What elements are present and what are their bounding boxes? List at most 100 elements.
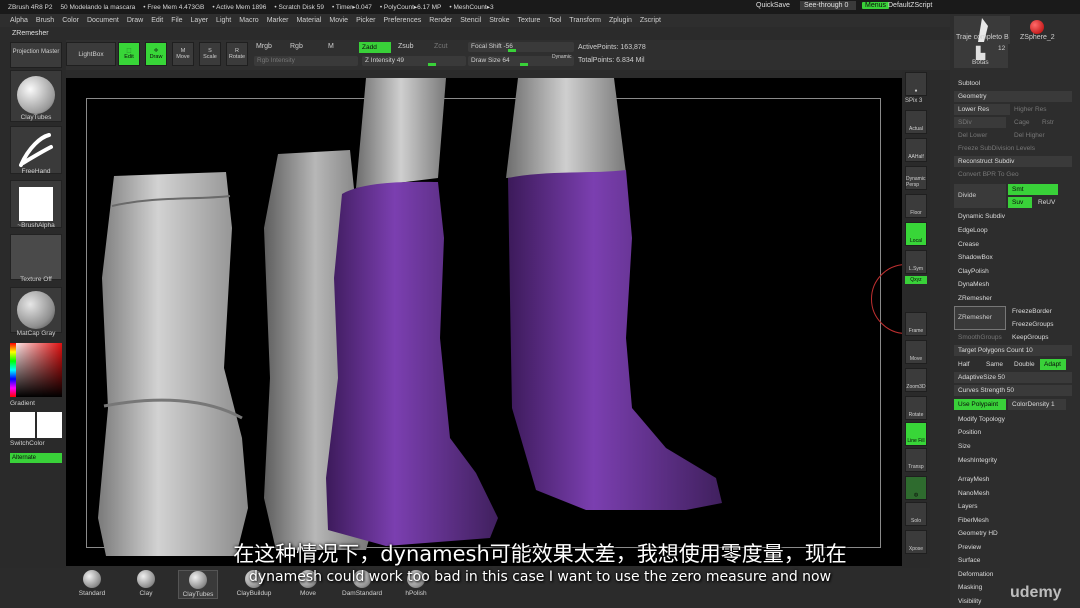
persp-button[interactable]: Dynamic Persp	[905, 166, 927, 190]
divide-button[interactable]: Divide	[954, 184, 1006, 208]
del-lower-button[interactable]: Del Lower	[954, 130, 1010, 141]
switch-color-button[interactable]: SwitchColor	[10, 440, 62, 447]
freezegroups-toggle[interactable]: FreezeGroups	[1008, 319, 1066, 330]
alpha-thumbnail[interactable]	[10, 180, 62, 228]
freezeborder-toggle[interactable]: FreezeBorder	[1008, 306, 1066, 317]
rotate-button[interactable]: R Rotate	[226, 42, 248, 66]
use-polypaint-toggle[interactable]: Use Polypaint	[954, 399, 1006, 410]
adapt-button[interactable]: Adapt	[1040, 359, 1066, 370]
menu-marker[interactable]: Marker	[267, 17, 289, 24]
menu-zscript[interactable]: Zscript	[640, 17, 661, 24]
menu-stroke[interactable]: Stroke	[489, 17, 509, 24]
rgb-button[interactable]: Rgb	[290, 43, 303, 50]
bpr-button[interactable]: ●	[905, 72, 927, 96]
layers-header[interactable]: Layers	[954, 501, 1072, 512]
menu-preferences[interactable]: Preferences	[384, 17, 422, 24]
crease-header[interactable]: Crease	[954, 239, 1072, 250]
menu-movie[interactable]: Movie	[329, 17, 348, 24]
smoothgroups-slider[interactable]: SmoothGroups	[954, 332, 1006, 343]
frame-button[interactable]: Frame	[905, 312, 927, 336]
canvas-viewport[interactable]	[66, 78, 902, 566]
zsphere-icon[interactable]	[1030, 20, 1044, 34]
menus-button[interactable]: Menus	[862, 2, 890, 9]
stroke-thumbnail[interactable]	[10, 126, 62, 174]
rgb-intensity-slider[interactable]: Rgb Intensity	[254, 56, 358, 66]
higher-res-button[interactable]: Higher Res	[1010, 104, 1066, 115]
edgeloop-header[interactable]: EdgeLoop	[954, 225, 1072, 236]
menu-document[interactable]: Document	[87, 17, 119, 24]
edit-button[interactable]: ⬚ Edit	[118, 42, 140, 66]
adaptive-size-slider[interactable]: AdaptiveSize 50	[954, 372, 1072, 383]
curves-strength-slider[interactable]: Curves Strength 50	[954, 385, 1072, 396]
zadd-button[interactable]: Zadd	[359, 42, 391, 53]
m-button[interactable]: M	[328, 43, 334, 50]
spix-setting[interactable]: SPix 3	[905, 98, 922, 104]
material-thumbnail[interactable]	[10, 287, 62, 333]
floor-button[interactable]: Floor	[905, 194, 927, 218]
target-polygons-slider[interactable]: Target Polygons Count 10	[954, 345, 1072, 356]
xyz-button[interactable]: Qxyz	[905, 276, 927, 284]
color-picker[interactable]	[10, 343, 62, 397]
default-zscript-button[interactable]: DefaultZScript	[888, 2, 932, 9]
zremesher-header[interactable]: ZRemesher	[954, 293, 1072, 304]
transp-button[interactable]: Transp	[905, 448, 927, 472]
keepgroups-toggle[interactable]: KeepGroups	[1008, 332, 1066, 343]
mrgb-button[interactable]: Mrgb	[256, 43, 272, 50]
tool-thumb-boots[interactable]: ▙ 12 Botas	[954, 44, 1008, 68]
suv-toggle[interactable]: Suv	[1008, 197, 1032, 208]
menu-stencil[interactable]: Stencil	[460, 17, 481, 24]
move-button[interactable]: M Move	[172, 42, 194, 66]
zsub-button[interactable]: Zsub	[398, 43, 414, 50]
hue-strip[interactable]	[10, 343, 16, 397]
double-button[interactable]: Double	[1010, 359, 1040, 370]
zremesher-button[interactable]: ZRemesher	[954, 306, 1006, 330]
reconstruct-subdiv-button[interactable]: Reconstruct Subdiv	[954, 156, 1072, 167]
focal-shift-slider[interactable]: Focal Shift -56	[468, 42, 574, 52]
size-header[interactable]: Size	[954, 441, 1072, 452]
lightbox-button[interactable]: LightBox	[66, 42, 116, 66]
del-higher-button[interactable]: Del Higher	[1010, 130, 1066, 141]
menu-render[interactable]: Render	[429, 17, 452, 24]
texture-thumbnail[interactable]	[10, 234, 62, 280]
position-header[interactable]: Position	[954, 427, 1072, 438]
ghost-button[interactable]: ◍	[905, 476, 927, 500]
menu-light[interactable]: Light	[216, 17, 231, 24]
menu-transform[interactable]: Transform	[569, 17, 601, 24]
z-intensity-slider[interactable]: Z Intensity 49	[362, 56, 466, 66]
secondary-color-swatch[interactable]	[37, 412, 62, 438]
sdiv-slider[interactable]: SDiv	[954, 117, 1006, 128]
dynamic-subdiv-header[interactable]: Dynamic Subdiv	[954, 211, 1072, 222]
menu-tool[interactable]: Tool	[548, 17, 561, 24]
convert-bpr-button[interactable]: Convert BPR To Geo	[954, 169, 1072, 180]
projection-master-button[interactable]: Projection Master	[10, 42, 62, 68]
dynamic-button[interactable]: Dynamic	[552, 54, 571, 60]
half-button[interactable]: Half	[954, 359, 982, 370]
menu-file[interactable]: File	[171, 17, 182, 24]
solo-button[interactable]: Solo	[905, 502, 927, 526]
local-button[interactable]: Local	[905, 222, 927, 246]
menu-macro[interactable]: Macro	[239, 17, 258, 24]
rstr-button[interactable]: Rstr	[1038, 117, 1066, 128]
arraymesh-header[interactable]: ArrayMesh	[954, 474, 1072, 485]
menu-alpha[interactable]: Alpha	[10, 17, 28, 24]
menu-color[interactable]: Color	[62, 17, 79, 24]
move-view-button[interactable]: Move	[905, 340, 927, 364]
fibermesh-header[interactable]: FiberMesh	[954, 515, 1072, 526]
freeze-subdiv-button[interactable]: Freeze SubDivision Levels	[954, 143, 1072, 154]
draw-button[interactable]: ✛ Draw	[145, 42, 167, 66]
menu-brush[interactable]: Brush	[36, 17, 54, 24]
reuv-toggle[interactable]: ReUV	[1034, 197, 1058, 208]
lower-res-button[interactable]: Lower Res	[954, 104, 1010, 115]
claypolish-header[interactable]: ClayPolish	[954, 266, 1072, 277]
menu-material[interactable]: Material	[296, 17, 321, 24]
menu-picker[interactable]: Picker	[356, 17, 375, 24]
cage-button[interactable]: Cage	[1010, 117, 1038, 128]
menu-zplugin[interactable]: Zplugin	[609, 17, 632, 24]
menu-layer[interactable]: Layer	[191, 17, 209, 24]
nanomesh-header[interactable]: NanoMesh	[954, 488, 1072, 499]
color-density-slider[interactable]: ColorDensity 1	[1008, 399, 1066, 410]
polyf-button[interactable]: Line Fill	[905, 422, 927, 446]
gradient-label[interactable]: Gradient	[10, 400, 62, 407]
quicksave-button[interactable]: QuickSave	[756, 2, 790, 9]
shadowbox-header[interactable]: ShadowBox	[954, 252, 1072, 263]
